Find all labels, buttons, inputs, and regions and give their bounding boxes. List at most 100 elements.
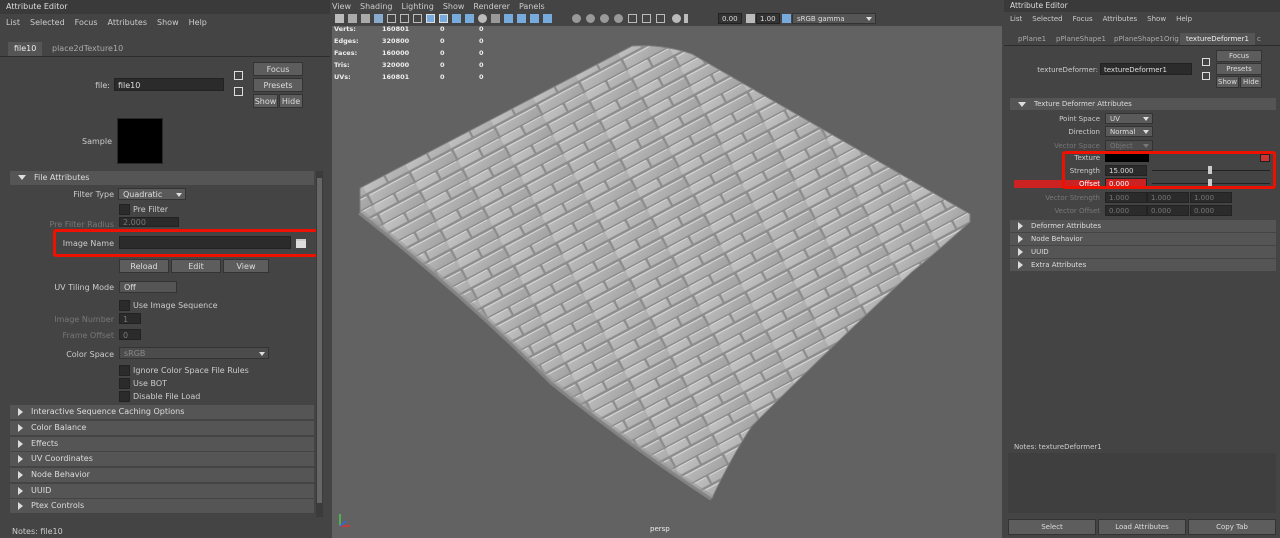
motion-blur-icon[interactable] [517,14,526,23]
xray-components-icon[interactable] [614,14,623,23]
vector-offset-y-field[interactable]: 0.000 [1147,205,1189,216]
direction-dropdown[interactable]: Normal [1105,126,1153,137]
use-bot-checkbox[interactable] [119,378,130,389]
notes-area[interactable] [1008,453,1276,513]
film-gate-icon[interactable] [400,14,409,23]
pre-filter-radius-field[interactable]: 2.000 [119,217,179,227]
uv-tiling-mode-dropdown[interactable]: Off [119,281,177,293]
vector-offset-x-field[interactable]: 0.000 [1105,205,1147,216]
grid-icon[interactable] [387,14,396,23]
menu-lighting[interactable]: Lighting [401,2,433,11]
menu-show[interactable]: Show [443,2,465,11]
textured-icon[interactable] [465,14,474,23]
show-button[interactable]: Show [253,94,278,108]
hide-button[interactable]: Hide [1240,76,1262,88]
camera-select-icon[interactable] [335,14,344,23]
menu-focus[interactable]: Focus [1073,15,1093,23]
section-interactive-sequence-caching[interactable]: Interactive Sequence Caching Options [10,405,314,419]
textured-plane-mesh[interactable] [332,26,1002,538]
output-connection-icon[interactable] [1202,72,1210,80]
isolate-select-icon[interactable] [572,14,581,23]
gate-mask-icon[interactable] [656,14,665,23]
section-effects[interactable]: Effects [10,437,314,451]
resolution-gate-icon[interactable] [413,14,422,23]
file-attributes-header[interactable]: File Attributes [10,171,314,185]
gamma-field[interactable]: 1.00 [756,13,780,24]
section-uuid[interactable]: UUID [10,484,314,498]
wireframe-on-shaded-icon[interactable] [452,14,461,23]
left-editor-scroll-thumb[interactable] [317,178,322,503]
image-plane-icon[interactable] [374,14,383,23]
ignore-color-space-rules-checkbox[interactable] [119,365,130,376]
texture-deformer-attributes-header[interactable]: Texture Deformer Attributes [1010,98,1276,110]
3d-viewport[interactable]: View Shading Lighting Show Renderer Panels [332,0,1002,538]
file-name-field[interactable]: file10 [114,78,224,91]
vector-offset-z-field[interactable]: 0.000 [1190,205,1232,216]
reload-button[interactable]: Reload [119,259,169,273]
select-button[interactable]: Select [1008,519,1096,535]
section-uuid[interactable]: UUID [1010,246,1276,258]
menu-panels[interactable]: Panels [519,2,545,11]
menu-attributes[interactable]: Attributes [108,18,148,27]
tab-pplane1[interactable]: pPlane1 [1012,33,1052,45]
section-node-behavior[interactable]: Node Behavior [10,468,314,482]
camera-attributes-icon[interactable] [348,14,357,23]
edit-button[interactable]: Edit [171,259,221,273]
tab-texturedeformer1[interactable]: textureDeformer1 [1180,33,1255,45]
section-extra-attributes[interactable]: Extra Attributes [1010,259,1276,271]
menu-show[interactable]: Show [1147,15,1166,23]
load-attributes-button[interactable]: Load Attributes [1098,519,1186,535]
presets-button[interactable]: Presets [253,78,303,92]
lights-icon[interactable] [478,14,487,23]
menu-selected[interactable]: Selected [30,18,65,27]
filter-type-dropdown[interactable]: Quadratic [118,188,186,200]
section-ptex-controls[interactable]: Ptex Controls [10,499,314,513]
color-management-icon[interactable] [672,14,681,23]
smooth-shade-icon[interactable] [439,14,448,23]
input-connection-icon[interactable] [1202,58,1210,66]
section-node-behavior[interactable]: Node Behavior [1010,233,1276,245]
menu-help[interactable]: Help [189,18,207,27]
exposure-icon[interactable] [684,14,688,23]
disable-file-load-checkbox[interactable] [119,391,130,402]
wireframe-icon[interactable] [426,14,435,23]
xray-joints-icon[interactable] [600,14,609,23]
frame-offset-field[interactable]: 0 [119,329,141,340]
menu-show[interactable]: Show [157,18,179,27]
tab-overflow[interactable]: c [1251,33,1267,45]
output-connection-icon[interactable] [234,87,243,96]
input-connection-icon[interactable] [234,71,243,80]
section-uv-coordinates[interactable]: UV Coordinates [10,452,314,466]
vector-strength-z-field[interactable]: 1.000 [1190,192,1232,203]
vector-strength-x-field[interactable]: 1.000 [1105,192,1147,203]
tab-pplaneshape1orig[interactable]: pPlaneShape1Orig [1108,33,1185,45]
hide-button[interactable]: Hide [279,94,303,108]
image-number-field[interactable]: 1 [119,313,141,324]
xray-icon[interactable] [586,14,595,23]
ambient-occlusion-icon[interactable] [504,14,513,23]
field-chart-icon[interactable] [642,14,651,23]
use-image-sequence-checkbox[interactable] [119,300,130,311]
menu-focus[interactable]: Focus [75,18,98,27]
show-button[interactable]: Show [1216,76,1239,88]
presets-button[interactable]: Presets [1216,63,1262,75]
menu-attributes[interactable]: Attributes [1103,15,1138,23]
view-transform-dropdown[interactable]: sRGB gamma [792,13,876,24]
view-transform-icon[interactable] [782,14,791,23]
tab-place2dtexture10[interactable]: place2dTexture10 [46,42,129,56]
safe-action-icon[interactable] [628,14,637,23]
bookmark-icon[interactable] [361,14,370,23]
gamma-icon[interactable] [746,14,755,23]
tab-pplaneshape1[interactable]: pPlaneShape1 [1050,33,1112,45]
vector-space-dropdown[interactable]: Object [1105,140,1153,151]
section-deformer-attributes[interactable]: Deformer Attributes [1010,220,1276,232]
antialiasing-icon[interactable] [530,14,539,23]
exposure-field[interactable]: 0.00 [718,13,742,24]
menu-view[interactable]: View [332,2,351,11]
texture-deformer-name-field[interactable]: textureDeformer1 [1100,63,1192,75]
section-color-balance[interactable]: Color Balance [10,421,314,435]
menu-help[interactable]: Help [1176,15,1192,23]
menu-renderer[interactable]: Renderer [473,2,510,11]
focus-button[interactable]: Focus [253,62,303,76]
vector-strength-y-field[interactable]: 1.000 [1147,192,1189,203]
